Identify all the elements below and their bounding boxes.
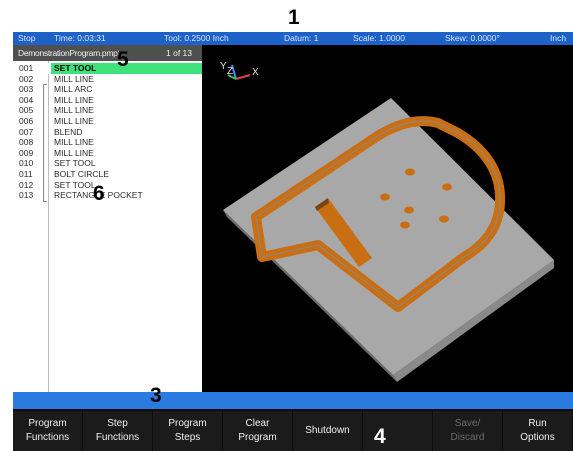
step-label: MILL ARC	[54, 84, 93, 95]
bolt-hole	[439, 215, 449, 223]
program-panel: DemonstrationProgram.pmpt 1 of 13 001 SET…	[13, 45, 202, 392]
run-mode: Stop	[18, 33, 36, 43]
program-name: DemonstrationProgram.pmpt	[18, 48, 120, 58]
step-row[interactable]: 011 BOLT CIRCLE	[13, 169, 202, 180]
bolt-hole	[442, 183, 452, 191]
step-number: 008	[19, 137, 34, 148]
step-number: 007	[19, 126, 34, 137]
program-functions-button[interactable]: Program Functions	[13, 411, 82, 451]
step-row[interactable]: 013 RECTANGLE POCKET	[13, 190, 202, 201]
run-options-button[interactable]: Run Options	[503, 411, 572, 451]
step-number: 005	[19, 105, 34, 116]
softkey-bar: Program Functions Step Functions Program Step…	[13, 409, 573, 451]
z-axis-label: Z	[227, 66, 233, 77]
step-number: 012	[19, 179, 34, 190]
step-label: MILL LINE	[54, 94, 94, 105]
step-number: 001	[19, 63, 34, 73]
graphics-viewport[interactable]: Y Z X	[202, 45, 573, 392]
status-bar: Stop Time: 0:03:31 Tool: 0.2500 Inch Dat…	[13, 32, 573, 45]
callout-2: 2	[259, 81, 271, 104]
callout-1: 1	[288, 6, 300, 29]
softkey-label-line1: Step	[107, 418, 128, 429]
part-view: Y Z X	[220, 61, 554, 382]
softkey-label-line2: Options	[520, 432, 555, 443]
step-row[interactable]: 012 SET TOOL	[13, 180, 202, 191]
step-number: 009	[19, 147, 34, 158]
x-axis-label: X	[252, 67, 259, 78]
softkey-label-line2: Program	[238, 432, 277, 443]
step-label: MILL LINE	[54, 105, 94, 116]
step-number: 004	[19, 94, 34, 105]
tool-size: Tool: 0.2500 Inch	[164, 33, 229, 43]
step-row[interactable]: 006 MILL LINE	[13, 116, 202, 127]
callout-3: 3	[150, 384, 162, 407]
scale: Scale: 1.0000	[353, 33, 405, 43]
step-label: BLEND	[54, 126, 83, 137]
softkey-label-line2: Functions	[95, 432, 140, 443]
softkey-label-line1: Program	[168, 418, 207, 429]
program-header: DemonstrationProgram.pmpt 1 of 13	[13, 45, 202, 61]
x-axis-line	[235, 74, 251, 80]
softkey-label-line1: Run	[528, 418, 547, 429]
workpiece	[223, 98, 554, 382]
step-row[interactable]: 008 MILL LINE	[13, 137, 202, 148]
step-row[interactable]: 005 MILL LINE	[13, 105, 202, 116]
step-row[interactable]: 002 MILL LINE	[13, 74, 202, 85]
step-number: 010	[19, 158, 34, 169]
step-label: SET TOOL	[54, 63, 97, 73]
plate-top-face	[223, 98, 554, 375]
step-label: SET TOOL	[54, 179, 96, 190]
softkey-label-line2: Functions	[25, 432, 70, 443]
program-steps-button[interactable]: Program Steps	[153, 411, 222, 451]
softkey-label-line1: Program	[28, 418, 67, 429]
softkey-label-line2: Steps	[174, 432, 201, 443]
message-bar	[13, 392, 573, 409]
step-number: 011	[19, 168, 33, 179]
step-number: 006	[19, 115, 34, 126]
bolt-hole	[404, 206, 414, 214]
axis-triad-icon: Y Z X	[220, 61, 259, 80]
step-row[interactable]: 007 BLEND	[13, 127, 202, 138]
step-list: 001 SET TOOL 002 MILL LINE 003 MILL ARC 004 MIL…	[13, 63, 202, 201]
step-label: MILL LINE	[54, 147, 94, 158]
step-row[interactable]: 003 MILL ARC	[13, 84, 202, 95]
softkey-label-line2: Discard	[450, 432, 485, 443]
callout-4: 4	[374, 425, 386, 448]
y-axis-label: Y	[220, 61, 227, 72]
softkey-label-line1: Clear	[245, 418, 270, 429]
step-number: 013	[19, 190, 34, 201]
skew: Skew: 0.0000°	[445, 33, 500, 43]
datum: Datum: 1	[284, 33, 319, 43]
callout-6: 6	[93, 182, 105, 205]
save-discard-button[interactable]: Save/Discard	[433, 411, 502, 451]
step-row[interactable]: 010 SET TOOL	[13, 158, 202, 169]
bolt-hole	[380, 193, 390, 201]
callout-5: 5	[117, 48, 129, 71]
step-count: 1 of 13	[166, 48, 192, 58]
step-label: SET TOOL	[54, 158, 96, 169]
step-row[interactable]: 009 MILL LINE	[13, 148, 202, 159]
step-label: MILL LINE	[54, 115, 94, 126]
softkey-label-line1: Save/	[454, 418, 481, 429]
step-row[interactable]: 004 MILL LINE	[13, 95, 202, 106]
step-row[interactable]: 001 SET TOOL	[13, 63, 202, 74]
step-label: MILL LINE	[54, 73, 94, 84]
run-time: Time: 0:03:31	[54, 33, 106, 43]
clear-program-button[interactable]: Clear Program	[223, 411, 292, 451]
softkey-label-line1: Shutdown	[305, 425, 350, 436]
step-functions-button[interactable]: Step Functions	[83, 411, 152, 451]
units: Inch	[550, 33, 567, 43]
bolt-hole	[400, 221, 410, 229]
step-number: 003	[19, 84, 34, 95]
step-label: BOLT CIRCLE	[54, 168, 109, 179]
step-label: MILL LINE	[54, 137, 94, 148]
bolt-hole	[405, 168, 415, 176]
step-number: 002	[19, 73, 34, 84]
shutdown-button[interactable]: Shutdown	[293, 411, 362, 451]
